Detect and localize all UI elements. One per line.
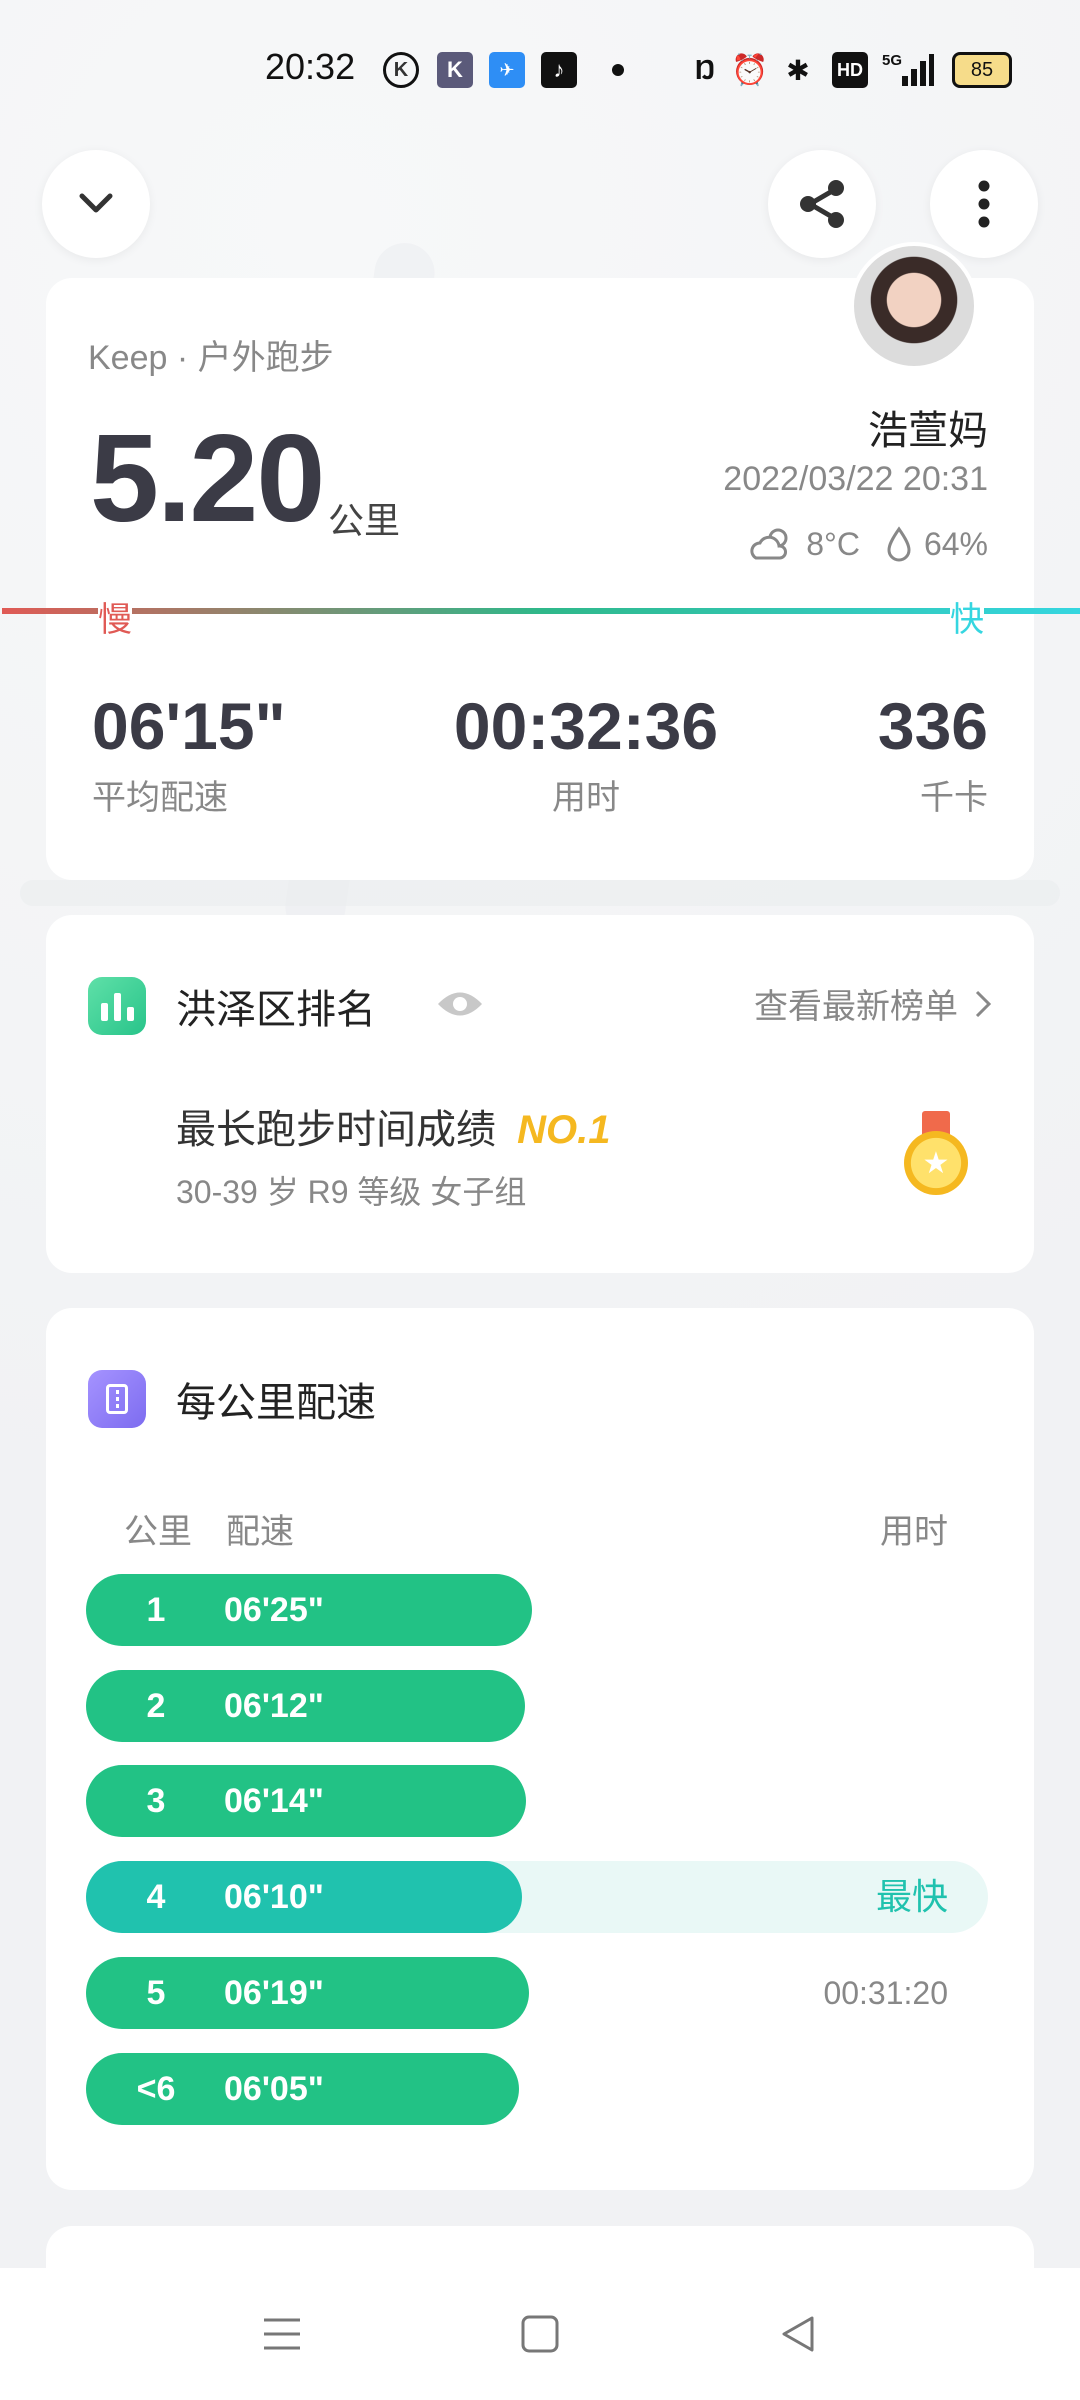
kuaishou-icon: K [437,52,473,88]
col-km-header: 公里 [124,1513,192,1551]
feishu-icon: ✈ [489,52,525,88]
avg-pace-label: 平均配速 [92,779,228,817]
pace-km: <6 [136,2070,176,2108]
ranking-chart-icon [88,977,146,1035]
pace-value: 06'05" [224,2070,324,2108]
activity-source: Keep · 户外跑步 [88,339,334,377]
eye-icon[interactable] [436,987,484,1021]
view-leaderboard-label: 查看最新榜单 [754,988,958,1026]
pace-title: 每公里配速 [176,1381,376,1425]
map-road [20,880,1060,906]
status-bar: 20:32 K K ✈ ♪ Ŋ ⏰ ✱ HD 5G 85 [0,0,1080,140]
achievement-row: 最长跑步时间成绩 NO.1 [176,1097,610,1155]
pace-section-icon [88,1370,146,1428]
chevron-right-icon [975,990,992,1017]
pace-value: 06'14" [224,1782,324,1820]
split-time: 00:31:20 [823,1975,948,2011]
run-datetime: 2022/03/22 20:31 [723,460,988,498]
duration-value: 00:32:36 [453,689,719,763]
k-app-icon: K [383,52,419,88]
calories-value: 336 [877,689,988,763]
pace-km: 2 [146,1687,166,1725]
ranking-title: 洪泽区排名 [176,988,376,1032]
back-triangle-icon[interactable] [778,2314,818,2354]
pace-value: 06'12" [224,1687,324,1725]
signal-icon: 5G [882,52,934,88]
notification-dot-icon [612,64,624,76]
hd-icon: HD [832,52,868,88]
pace-row: 4 06'10" 最快 [86,1861,988,1933]
pace-km: 1 [146,1591,166,1629]
humidity-drop-icon [887,526,911,562]
stat-avg-pace: 06'15" 平均配速 [92,688,286,819]
avg-pace-value: 06'15" [92,689,286,763]
slow-label: 慢 [98,592,132,641]
pace-km: 3 [146,1782,166,1820]
fastest-label: 最快 [875,1876,948,1917]
pace-km: 5 [146,1974,166,2012]
pace-row: 5 06'19" 00:31:20 [86,1957,988,2029]
user-name: 浩萱妈 [868,409,988,453]
pace-row: 1 06'25" [86,1574,988,1646]
system-nav-bar [0,2268,1080,2400]
nfc-icon: Ŋ [694,54,716,85]
tiktok-icon: ♪ [541,52,577,88]
battery-icon: 85 [952,52,1012,88]
pace-row: <6 06'05" [86,2053,988,2125]
ranking-group: 30-39 岁 R9 等级 女子组 [176,1174,527,1210]
stat-duration: 00:32:36 用时 [416,688,756,819]
battery-level: 85 [970,58,994,81]
share-icon [800,180,844,228]
achievement-text: 最长跑步时间成绩 [176,1108,496,1152]
stat-calories: 336 千卡 [878,688,988,819]
chevron-down-icon [79,193,113,213]
cloudy-sun-icon [750,528,788,560]
temperature: 8°C [806,525,860,562]
distance-value: 5.20 [90,410,325,548]
bluetooth-icon: ✱ [786,54,810,86]
pace-km: 4 [146,1878,166,1916]
collapse-button[interactable] [42,150,150,258]
pace-gradient-line [2,608,1080,614]
pace-value: 06'19" [224,1974,324,2012]
rank-badge: NO.1 [517,1108,611,1152]
home-square-icon[interactable] [520,2314,560,2354]
pace-row: 2 06'12" [86,1670,988,1742]
col-time-header: 用时 [880,1513,948,1551]
distance-unit: 公里 [328,500,401,541]
more-vertical-icon [978,180,990,228]
pace-value: 06'10" [224,1878,324,1916]
pace-value: 06'25" [224,1591,324,1629]
summary-card: Keep · 户外跑步 5.20 公里 浩萱妈 2022/03/22 20:31… [2,242,1080,880]
weather-info: 8°C 64% [748,524,988,564]
humidity: 64% [923,525,988,562]
view-leaderboard-link[interactable]: 查看最新榜单 [754,979,992,1028]
calories-label: 千卡 [920,779,988,817]
ranking-card: 洪泽区排名 查看最新榜单 最长跑步时间成绩 NO.1 30-39 岁 R9 等级… [46,915,1034,1273]
fast-label: 快 [950,592,984,641]
gold-medal-icon: ★ [904,1111,968,1201]
menu-icon[interactable] [260,2314,304,2354]
status-time: 20:32 [265,46,356,87]
share-button[interactable] [768,150,876,258]
network-label: 5G [882,52,903,69]
alarm-icon: ⏰ [731,53,769,87]
col-pace-header: 配速 [226,1513,294,1551]
duration-label: 用时 [552,779,620,817]
pace-row: 3 06'14" [86,1765,988,1837]
avatar[interactable] [850,242,978,370]
more-button[interactable] [930,150,1038,258]
